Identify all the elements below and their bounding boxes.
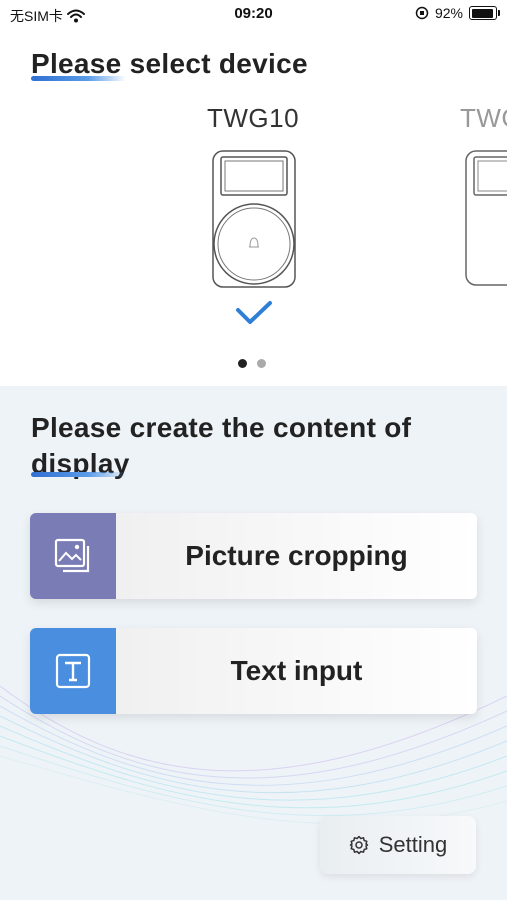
text-input-label: Text input bbox=[116, 628, 477, 714]
status-right: 92% bbox=[415, 5, 500, 21]
text-icon-box bbox=[30, 628, 116, 714]
battery-percent: 92% bbox=[434, 5, 463, 21]
device-image-twg10[interactable] bbox=[212, 150, 296, 290]
device-name-twg-next[interactable]: TWG bbox=[460, 103, 507, 134]
device-name-twg10[interactable]: TWG10 bbox=[207, 103, 299, 134]
title-underline bbox=[31, 76, 126, 81]
picture-icon bbox=[54, 538, 90, 573]
device-image-next[interactable] bbox=[465, 150, 507, 288]
picture-cropping-label: Picture cropping bbox=[116, 513, 477, 599]
orientation-lock-icon bbox=[415, 6, 429, 20]
picture-icon-box bbox=[30, 513, 116, 599]
create-content-title-line1: Please create the content of bbox=[31, 412, 412, 443]
text-icon bbox=[55, 653, 91, 689]
text-input-button[interactable]: Text input bbox=[30, 628, 477, 714]
battery-fill bbox=[471, 8, 493, 18]
pager-dot[interactable] bbox=[238, 359, 247, 368]
checkmark-icon bbox=[236, 301, 272, 324]
status-bar: 无SIM卡 09:20 92% bbox=[0, 0, 507, 28]
create-title-underline bbox=[31, 472, 126, 477]
gear-icon bbox=[349, 835, 368, 855]
setting-button[interactable]: Setting bbox=[320, 816, 476, 874]
battery-icon bbox=[469, 6, 500, 20]
picture-cropping-button[interactable]: Picture cropping bbox=[30, 513, 477, 599]
carousel-pager bbox=[238, 359, 266, 368]
pager-dot[interactable] bbox=[257, 359, 266, 368]
setting-label: Setting bbox=[378, 832, 448, 857]
